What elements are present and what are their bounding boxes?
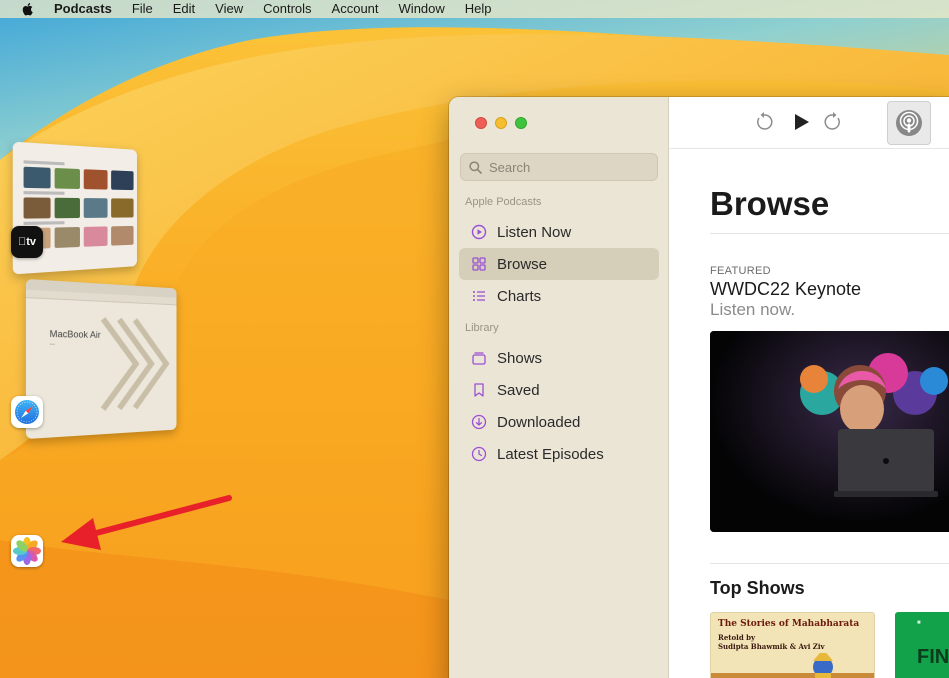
tv-tile bbox=[54, 167, 80, 190]
featured-artwork[interactable] bbox=[710, 331, 949, 532]
toolbar bbox=[669, 97, 949, 149]
photos-flower-icon bbox=[13, 537, 41, 565]
search-icon bbox=[469, 160, 482, 174]
menu-account[interactable]: Account bbox=[332, 0, 379, 18]
menu-window[interactable]: Window bbox=[399, 0, 445, 18]
sidebar-item-downloaded[interactable]: Downloaded bbox=[459, 406, 659, 438]
sidebar: Search Apple Podcasts Listen Now Browse bbox=[449, 97, 669, 678]
tv-row-label bbox=[23, 221, 65, 225]
show-artwork bbox=[711, 653, 874, 678]
tv-tile bbox=[54, 197, 80, 219]
show-credit-line: Retold by bbox=[718, 633, 756, 642]
search-field[interactable]: Search bbox=[460, 153, 658, 181]
apple-menu-icon[interactable] bbox=[18, 2, 38, 16]
divider bbox=[710, 563, 949, 564]
show-credit-line: Sudipta Bhawmik & Avi Ziv bbox=[718, 642, 825, 651]
menu-bar: Podcasts File Edit View Controls Account… bbox=[0, 0, 949, 18]
skip-forward-icon[interactable] bbox=[822, 111, 844, 133]
top-shows-heading: Top Shows bbox=[710, 578, 805, 598]
tv-row-label bbox=[23, 191, 65, 195]
sidebar-item-label: Browse bbox=[497, 255, 548, 273]
apple-tv-icon[interactable]: tv bbox=[11, 226, 43, 258]
show-title: The Stories of Mahabharata bbox=[718, 619, 860, 629]
grid-icon bbox=[472, 257, 486, 271]
sidebar-item-charts[interactable]: Charts bbox=[459, 280, 659, 312]
tv-tile bbox=[111, 198, 134, 218]
menu-edit[interactable]: Edit bbox=[173, 0, 195, 18]
menu-app-name[interactable]: Podcasts bbox=[54, 0, 112, 18]
tv-tile bbox=[83, 226, 108, 247]
chevron-graphic bbox=[98, 314, 171, 415]
featured-label: FEATURED bbox=[710, 265, 771, 277]
download-icon bbox=[471, 414, 487, 430]
main-content: Browse FEATURED WWDC22 Keynote Listen no… bbox=[669, 97, 949, 678]
tv-badge-label: tv bbox=[18, 236, 36, 248]
play-icon[interactable] bbox=[790, 111, 812, 133]
sidebar-item-browse[interactable]: Browse bbox=[459, 248, 659, 280]
tv-tile bbox=[111, 170, 134, 191]
close-window-button[interactable] bbox=[475, 117, 487, 129]
sidebar-item-saved[interactable]: Saved bbox=[459, 374, 659, 406]
sidebar-item-label: Latest Episodes bbox=[497, 445, 604, 463]
menu-file[interactable]: File bbox=[132, 0, 153, 18]
section-apple-podcasts: Apple Podcasts bbox=[465, 196, 542, 208]
podcasts-icon bbox=[896, 110, 922, 136]
clock-icon bbox=[471, 446, 487, 462]
sidebar-item-label: Listen Now bbox=[497, 223, 572, 241]
sidebar-item-label: Shows bbox=[497, 349, 543, 367]
tv-tile bbox=[23, 197, 51, 219]
podcast-now-playing-button[interactable] bbox=[887, 101, 931, 145]
skip-back-icon[interactable] bbox=[753, 111, 775, 133]
sidebar-item-latest-episodes[interactable]: Latest Episodes bbox=[459, 438, 659, 470]
safari-icon[interactable] bbox=[11, 396, 43, 428]
safari-preview-title: MacBook Air bbox=[49, 328, 101, 340]
featured-subtitle: Listen now. bbox=[710, 300, 796, 319]
divider bbox=[710, 233, 949, 234]
featured-title[interactable]: WWDC22 Keynote bbox=[710, 279, 861, 300]
menu-controls[interactable]: Controls bbox=[263, 0, 311, 18]
annotation-arrow bbox=[61, 495, 232, 550]
tv-row-label bbox=[23, 160, 65, 166]
page-title: Browse bbox=[710, 185, 830, 222]
section-library: Library bbox=[465, 322, 499, 334]
minimize-window-button[interactable] bbox=[495, 117, 507, 129]
show-credit: Retold by Sudipta Bhawmik & Avi Ziv bbox=[718, 633, 825, 651]
tv-tile bbox=[111, 225, 134, 246]
sidebar-item-listen-now[interactable]: Listen Now bbox=[459, 216, 659, 248]
show-card-mahabharata[interactable]: The Stories of Mahabharata Retold by Sud… bbox=[710, 612, 875, 678]
sidebar-item-shows[interactable]: Shows bbox=[459, 342, 659, 374]
bookmark-icon bbox=[474, 383, 484, 397]
show-card-fin[interactable]: ■ FIN bbox=[895, 612, 949, 678]
show-badge: ■ bbox=[917, 620, 921, 626]
tv-thumbnail-grid bbox=[23, 166, 134, 191]
play-circle-icon bbox=[471, 224, 487, 240]
memoji-laptop-artwork bbox=[710, 331, 949, 532]
sidebar-item-label: Charts bbox=[497, 287, 542, 305]
safari-preview-subtitle: — bbox=[49, 341, 55, 348]
sidebar-item-label: Saved bbox=[497, 381, 540, 399]
zoom-window-button[interactable] bbox=[515, 117, 527, 129]
search-placeholder: Search bbox=[489, 159, 531, 175]
menu-view[interactable]: View bbox=[215, 0, 243, 18]
podcasts-window: Search Apple Podcasts Listen Now Browse bbox=[449, 97, 949, 678]
tv-tile bbox=[54, 226, 80, 249]
tv-tile bbox=[83, 169, 108, 190]
tv-tile bbox=[23, 166, 51, 189]
show-title: FIN bbox=[917, 646, 949, 668]
photos-icon[interactable] bbox=[11, 535, 43, 567]
list-icon bbox=[473, 291, 485, 301]
compass-icon bbox=[15, 400, 39, 424]
sidebar-item-label: Downloaded bbox=[497, 413, 581, 431]
menu-help[interactable]: Help bbox=[465, 0, 492, 18]
stack-icon bbox=[472, 352, 486, 365]
stage-manager-safari-window[interactable]: MacBook Air — bbox=[25, 278, 177, 440]
tv-thumbnail-grid bbox=[23, 197, 134, 219]
tv-tile bbox=[83, 198, 108, 218]
